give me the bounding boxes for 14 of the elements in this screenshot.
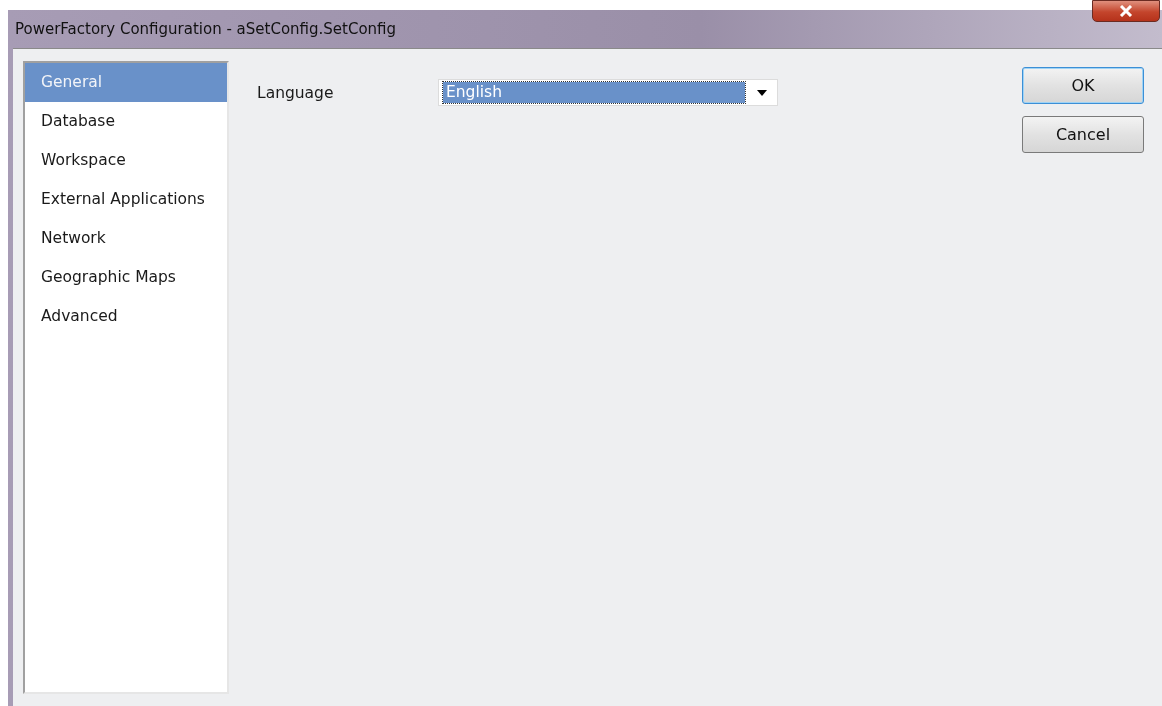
category-item[interactable]: Database [25, 102, 227, 141]
close-button[interactable] [1092, 0, 1160, 22]
category-item[interactable]: External Applications [25, 180, 227, 219]
window-title: PowerFactory Configuration - aSetConfig.SetConfig [14, 20, 397, 38]
caret-icon [757, 89, 767, 96]
language-value: English [443, 82, 745, 103]
language-label: Language [257, 83, 335, 102]
category-item[interactable]: Workspace [25, 141, 227, 180]
close-icon [1119, 5, 1133, 17]
dialog-button[interactable]: OK [1022, 67, 1144, 104]
category-item[interactable]: Advanced [25, 297, 227, 336]
category-item[interactable]: Geographic Maps [25, 258, 227, 297]
dialog-button[interactable]: Cancel [1022, 116, 1144, 153]
category-item[interactable]: Network [25, 219, 227, 258]
